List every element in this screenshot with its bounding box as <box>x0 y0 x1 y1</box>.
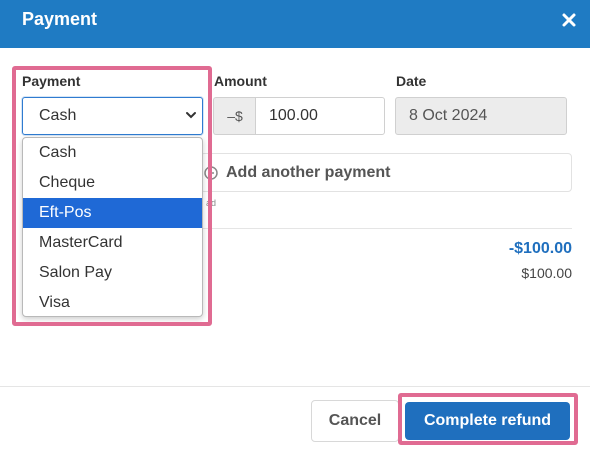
dropdown-option-visa[interactable]: Visa <box>23 288 202 316</box>
amount-input[interactable]: 100.00 <box>255 97 385 135</box>
payment-select-value: Cash <box>39 107 77 124</box>
footer-divider <box>0 386 590 387</box>
cancel-button[interactable]: Cancel <box>311 400 399 442</box>
date-field: 8 Oct 2024 <box>395 97 567 135</box>
payment-dialog: Payment Payment Amount Date Cash –$ 100.… <box>0 0 590 451</box>
dropdown-option-cash[interactable]: Cash <box>23 138 202 168</box>
complete-refund-button[interactable]: Complete refund <box>405 402 570 440</box>
add-another-payment-button[interactable]: Add another payment <box>200 153 572 192</box>
dialog-header: Payment <box>0 0 590 48</box>
amount-currency-prefix: –$ <box>213 97 256 135</box>
dropdown-option-mastercard[interactable]: MasterCard <box>23 228 202 258</box>
payment-method-select[interactable]: Cash <box>22 97 203 135</box>
chevron-down-icon <box>184 108 198 122</box>
dialog-title: Payment <box>22 9 98 29</box>
hint-text: ad <box>206 198 217 208</box>
dropdown-option-eft-pos[interactable]: Eft-Pos <box>23 198 202 228</box>
payment-method-dropdown: Cash Cheque Eft-Pos MasterCard Salon Pay… <box>22 137 203 317</box>
amount-total: $100.00 <box>521 265 572 281</box>
amount-label: Amount <box>214 73 267 89</box>
add-another-payment-label: Add another payment <box>226 164 391 181</box>
date-field-value: 8 Oct 2024 <box>409 107 488 124</box>
payment-label: Payment <box>22 73 81 89</box>
plus-circle-icon <box>204 166 218 180</box>
amount-input-value: 100.00 <box>269 107 318 124</box>
date-label: Date <box>396 73 427 89</box>
refund-total: -$100.00 <box>508 240 572 257</box>
dropdown-option-cheque[interactable]: Cheque <box>23 168 202 198</box>
close-icon[interactable] <box>558 9 580 31</box>
dropdown-option-salon-pay[interactable]: Salon Pay <box>23 258 202 288</box>
